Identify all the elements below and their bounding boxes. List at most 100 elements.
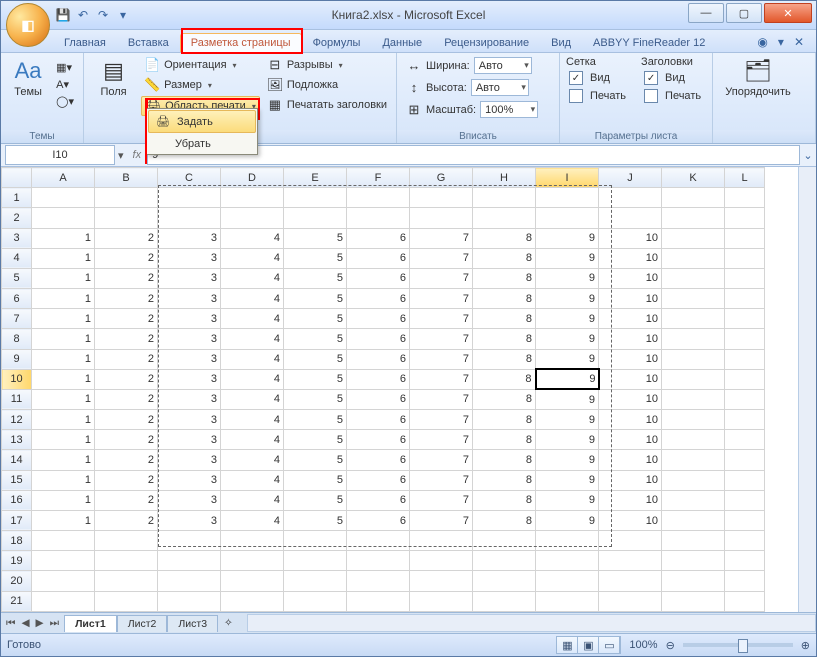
cell-K19[interactable] bbox=[662, 551, 725, 571]
cell-J3[interactable]: 10 bbox=[599, 228, 662, 248]
cell-D17[interactable]: 4 bbox=[221, 510, 284, 530]
cell-H3[interactable]: 8 bbox=[473, 228, 536, 248]
cell-I13[interactable]: 9 bbox=[536, 430, 599, 450]
cell-J1[interactable] bbox=[599, 188, 662, 208]
cell-K15[interactable] bbox=[662, 470, 725, 490]
cell-G9[interactable]: 7 bbox=[410, 349, 473, 369]
cell-K8[interactable] bbox=[662, 329, 725, 349]
cell-L1[interactable] bbox=[725, 188, 765, 208]
tab-page-layout[interactable]: Разметка страницы bbox=[180, 33, 302, 52]
col-header-L[interactable]: L bbox=[725, 168, 765, 188]
cell-J8[interactable]: 10 bbox=[599, 329, 662, 349]
cell-A17[interactable]: 1 bbox=[32, 510, 95, 530]
cell-A2[interactable] bbox=[32, 208, 95, 228]
cell-K20[interactable] bbox=[662, 571, 725, 591]
cell-C18[interactable] bbox=[158, 531, 221, 551]
cell-J16[interactable]: 10 bbox=[599, 490, 662, 510]
cell-H21[interactable] bbox=[473, 591, 536, 611]
cell-F2[interactable] bbox=[347, 208, 410, 228]
col-header-K[interactable]: K bbox=[662, 168, 725, 188]
cell-K3[interactable] bbox=[662, 228, 725, 248]
cell-H6[interactable]: 8 bbox=[473, 289, 536, 309]
cell-E13[interactable]: 5 bbox=[284, 430, 347, 450]
cell-L17[interactable] bbox=[725, 510, 765, 530]
cell-D5[interactable]: 4 bbox=[221, 268, 284, 288]
cell-G4[interactable]: 7 bbox=[410, 248, 473, 268]
row-header-6[interactable]: 6 bbox=[2, 289, 32, 309]
ribbon-minimize-icon[interactable]: ▾ bbox=[778, 35, 784, 49]
cell-E14[interactable]: 5 bbox=[284, 450, 347, 470]
cell-E12[interactable]: 5 bbox=[284, 410, 347, 430]
cell-J19[interactable] bbox=[599, 551, 662, 571]
col-header-E[interactable]: E bbox=[284, 168, 347, 188]
cell-I6[interactable]: 9 bbox=[536, 289, 599, 309]
cell-L8[interactable] bbox=[725, 329, 765, 349]
col-header-H[interactable]: H bbox=[473, 168, 536, 188]
save-icon[interactable]: 💾 bbox=[55, 7, 71, 23]
tab-data[interactable]: Данные bbox=[371, 33, 433, 52]
cell-A3[interactable]: 1 bbox=[32, 228, 95, 248]
cell-H2[interactable] bbox=[473, 208, 536, 228]
cell-J18[interactable] bbox=[599, 531, 662, 551]
cell-I11[interactable]: 9 bbox=[536, 389, 599, 409]
headings-view-check[interactable]: ✓Вид bbox=[641, 70, 704, 86]
cell-A19[interactable] bbox=[32, 551, 95, 571]
height-control[interactable]: ↕Высота: Авто bbox=[403, 78, 541, 97]
row-header-11[interactable]: 11 bbox=[2, 389, 32, 409]
cell-D16[interactable]: 4 bbox=[221, 490, 284, 510]
doc-close-icon[interactable]: ✕ bbox=[794, 35, 804, 49]
cell-E1[interactable] bbox=[284, 188, 347, 208]
cell-J13[interactable]: 10 bbox=[599, 430, 662, 450]
cell-H1[interactable] bbox=[473, 188, 536, 208]
cell-I16[interactable]: 9 bbox=[536, 490, 599, 510]
cell-E15[interactable]: 5 bbox=[284, 470, 347, 490]
tab-review[interactable]: Рецензирование bbox=[433, 33, 540, 52]
cell-K5[interactable] bbox=[662, 268, 725, 288]
cell-J4[interactable]: 10 bbox=[599, 248, 662, 268]
breaks-button[interactable]: ⊟Разрывы▾ bbox=[264, 56, 390, 74]
cell-F13[interactable]: 6 bbox=[347, 430, 410, 450]
sheet-tab-2[interactable]: Лист2 bbox=[117, 615, 168, 632]
background-button[interactable]: 🖼Подложка bbox=[264, 76, 390, 94]
cell-C4[interactable]: 3 bbox=[158, 248, 221, 268]
tab-home[interactable]: Главная bbox=[53, 33, 117, 52]
cell-L21[interactable] bbox=[725, 591, 765, 611]
cell-G6[interactable]: 7 bbox=[410, 289, 473, 309]
new-sheet-icon[interactable]: ✧ bbox=[218, 617, 239, 629]
close-button[interactable]: ✕ bbox=[764, 3, 812, 23]
name-box-dropdown[interactable]: ▾ bbox=[115, 149, 127, 162]
cell-C8[interactable]: 3 bbox=[158, 329, 221, 349]
theme-effects-icon[interactable]: ◯▾ bbox=[53, 94, 77, 109]
cell-H12[interactable]: 8 bbox=[473, 410, 536, 430]
cell-F20[interactable] bbox=[347, 571, 410, 591]
cell-G10[interactable]: 7 bbox=[410, 369, 473, 389]
cell-G14[interactable]: 7 bbox=[410, 450, 473, 470]
cell-J11[interactable]: 10 bbox=[599, 389, 662, 409]
cell-L2[interactable] bbox=[725, 208, 765, 228]
formula-expand-icon[interactable]: ⌄ bbox=[800, 149, 816, 162]
cell-F21[interactable] bbox=[347, 591, 410, 611]
cell-C21[interactable] bbox=[158, 591, 221, 611]
row-header-15[interactable]: 15 bbox=[2, 470, 32, 490]
cell-F1[interactable] bbox=[347, 188, 410, 208]
cell-L20[interactable] bbox=[725, 571, 765, 591]
cell-I3[interactable]: 9 bbox=[536, 228, 599, 248]
cell-B21[interactable] bbox=[95, 591, 158, 611]
cell-E3[interactable]: 5 bbox=[284, 228, 347, 248]
cell-D4[interactable]: 4 bbox=[221, 248, 284, 268]
cell-D20[interactable] bbox=[221, 571, 284, 591]
minimize-button[interactable]: — bbox=[688, 3, 724, 23]
cell-D3[interactable]: 4 bbox=[221, 228, 284, 248]
cell-E10[interactable]: 5 bbox=[284, 369, 347, 389]
cell-L19[interactable] bbox=[725, 551, 765, 571]
size-button[interactable]: 📏Размер▾ bbox=[141, 76, 260, 94]
cell-L9[interactable] bbox=[725, 349, 765, 369]
cell-C5[interactable]: 3 bbox=[158, 268, 221, 288]
cell-D9[interactable]: 4 bbox=[221, 349, 284, 369]
cell-G2[interactable] bbox=[410, 208, 473, 228]
cell-J17[interactable]: 10 bbox=[599, 510, 662, 530]
cell-G15[interactable]: 7 bbox=[410, 470, 473, 490]
col-header-I[interactable]: I bbox=[536, 168, 599, 188]
view-normal-icon[interactable]: ▦ bbox=[557, 637, 578, 653]
cell-I19[interactable] bbox=[536, 551, 599, 571]
